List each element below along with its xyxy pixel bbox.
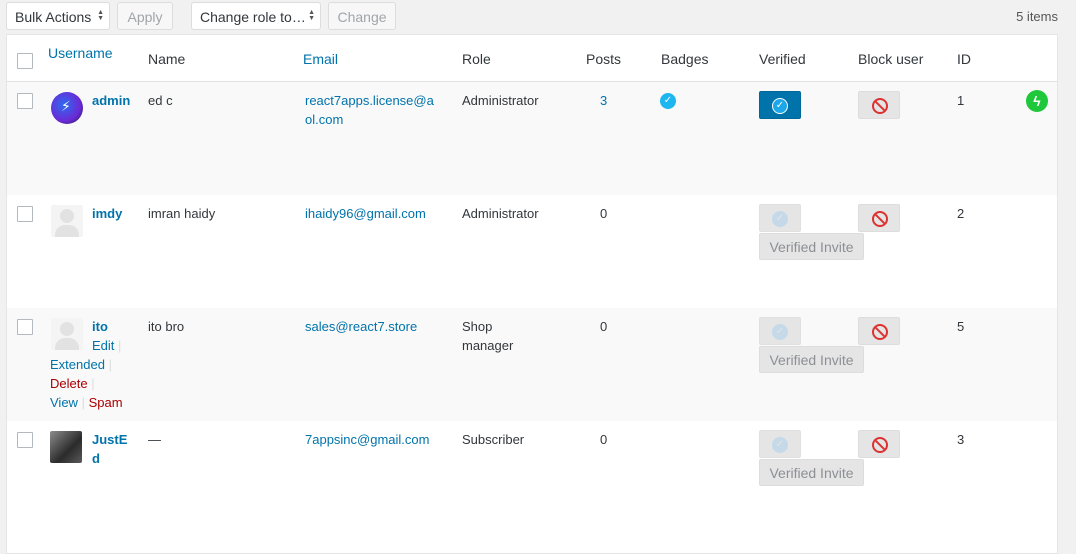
avatar: ⚡ — [51, 92, 83, 124]
username-link[interactable]: imdy — [92, 204, 132, 223]
check-badge-icon: ✓ — [660, 93, 676, 109]
extended-link[interactable]: Extended — [50, 357, 105, 372]
row-actions: Edit | Extended | Delete | View | Spam — [50, 336, 140, 412]
verified-invite-button[interactable]: Verified Invite — [759, 459, 864, 486]
user-name: imran haidy — [148, 206, 216, 221]
verified-toggle-button[interactable]: ✓ — [759, 91, 801, 119]
column-username[interactable]: Username — [48, 45, 113, 61]
bulk-actions-label: Bulk Actions — [15, 9, 92, 25]
edit-link[interactable]: Edit — [92, 338, 114, 353]
no-entry-icon — [872, 98, 888, 114]
table-header: Username Name Email Role Posts Badges Ve… — [7, 35, 1057, 82]
select-arrows-icon: ▲ ▼ — [308, 9, 315, 22]
row-checkbox[interactable] — [17, 319, 33, 335]
table-row: imdy imran haidy ihaidy96@gmail.com Admi… — [7, 195, 1057, 308]
user-name: ito bro — [148, 319, 185, 334]
block-user-button[interactable] — [858, 430, 900, 458]
username-link[interactable]: admin — [92, 91, 132, 110]
column-name: Name — [148, 51, 186, 67]
user-role: Administrator — [462, 93, 539, 108]
no-entry-icon — [872, 437, 888, 453]
user-email[interactable]: sales@react7.store — [305, 317, 417, 336]
user-email[interactable]: react7apps.license@aol.com — [305, 91, 441, 129]
avatar — [50, 431, 82, 463]
column-id: ID — [957, 51, 971, 67]
change-role-button[interactable]: Change — [328, 2, 396, 30]
avatar — [51, 205, 83, 237]
apply-button[interactable]: Apply — [117, 2, 173, 30]
user-email[interactable]: ihaidy96@gmail.com — [305, 204, 426, 223]
column-email[interactable]: Email — [303, 51, 338, 67]
verified-toggle-button[interactable]: ✓ — [759, 204, 801, 232]
verified-invite-button[interactable]: Verified Invite — [759, 233, 864, 260]
block-user-button[interactable] — [858, 317, 900, 345]
select-all-checkbox[interactable] — [17, 53, 33, 69]
column-posts: Posts — [586, 51, 622, 67]
verified-invite-button[interactable]: Verified Invite — [759, 346, 864, 373]
no-entry-icon — [872, 324, 888, 340]
delete-link[interactable]: Delete — [50, 376, 88, 391]
user-name: ed c — [148, 93, 173, 108]
column-badges: Badges — [661, 51, 709, 67]
user-email[interactable]: 7appsinc@gmail.com — [305, 430, 429, 449]
separator: | — [81, 395, 85, 410]
table-row: JustEd — 7appsinc@gmail.com Subscriber 0… — [7, 421, 1057, 534]
row-checkbox[interactable] — [17, 432, 33, 448]
user-role: Shop manager — [462, 319, 514, 353]
posts-count: 0 — [600, 432, 608, 447]
posts-count: 0 — [600, 206, 608, 221]
users-table: Username Name Email Role Posts Badges Ve… — [6, 34, 1058, 554]
verified-toggle-button[interactable]: ✓ — [759, 317, 801, 345]
block-user-button[interactable] — [858, 204, 900, 232]
user-role: Subscriber — [462, 432, 525, 447]
user-id: 1 — [957, 93, 965, 108]
user-id: 5 — [957, 319, 965, 334]
username-link[interactable]: ito — [92, 317, 132, 336]
separator: | — [108, 357, 112, 372]
posts-count[interactable]: 3 — [600, 91, 607, 110]
user-id: 3 — [957, 432, 965, 447]
block-user-button[interactable] — [858, 91, 900, 119]
user-id: 2 — [957, 206, 965, 221]
check-icon: ✓ — [772, 324, 788, 340]
check-icon: ✓ — [772, 437, 788, 453]
view-link[interactable]: View — [50, 395, 78, 410]
bulk-actions-select[interactable]: Bulk Actions ▲ ▼ — [6, 2, 110, 30]
username-link[interactable]: JustEd — [92, 430, 132, 468]
table-row: ⚡ admin ed c react7apps.license@aol.com … — [7, 82, 1057, 195]
user-role: Administrator — [462, 206, 539, 221]
avatar-head-icon — [60, 209, 74, 223]
select-arrows-icon: ▲ ▼ — [97, 9, 104, 22]
avatar-head-icon — [60, 322, 74, 336]
lightning-icon: ϟ — [1026, 90, 1048, 112]
column-block-user: Block user — [858, 51, 924, 67]
table-row: ito Edit | Extended | Delete | View | Sp… — [7, 308, 1057, 421]
column-verified: Verified — [759, 51, 806, 67]
user-name: — — [148, 432, 161, 447]
avatar-body-icon — [55, 225, 79, 237]
separator: | — [118, 338, 122, 353]
lightning-logo-icon: ⚡ — [61, 98, 71, 114]
tablenav-top: Bulk Actions ▲ ▼ Apply Change role to… ▲ ▼… — [0, 0, 1076, 32]
spam-link[interactable]: Spam — [89, 395, 123, 410]
change-role-select[interactable]: Change role to… ▲ ▼ — [191, 2, 321, 30]
column-role: Role — [462, 51, 491, 67]
row-checkbox[interactable] — [17, 93, 33, 109]
separator: | — [91, 376, 95, 391]
items-count: 5 items — [1016, 9, 1058, 24]
row-checkbox[interactable] — [17, 206, 33, 222]
check-icon: ✓ — [772, 98, 788, 114]
change-role-label: Change role to… — [200, 9, 306, 25]
verified-toggle-button[interactable]: ✓ — [759, 430, 801, 458]
posts-count: 0 — [600, 319, 608, 334]
check-icon: ✓ — [772, 211, 788, 227]
no-entry-icon — [872, 211, 888, 227]
